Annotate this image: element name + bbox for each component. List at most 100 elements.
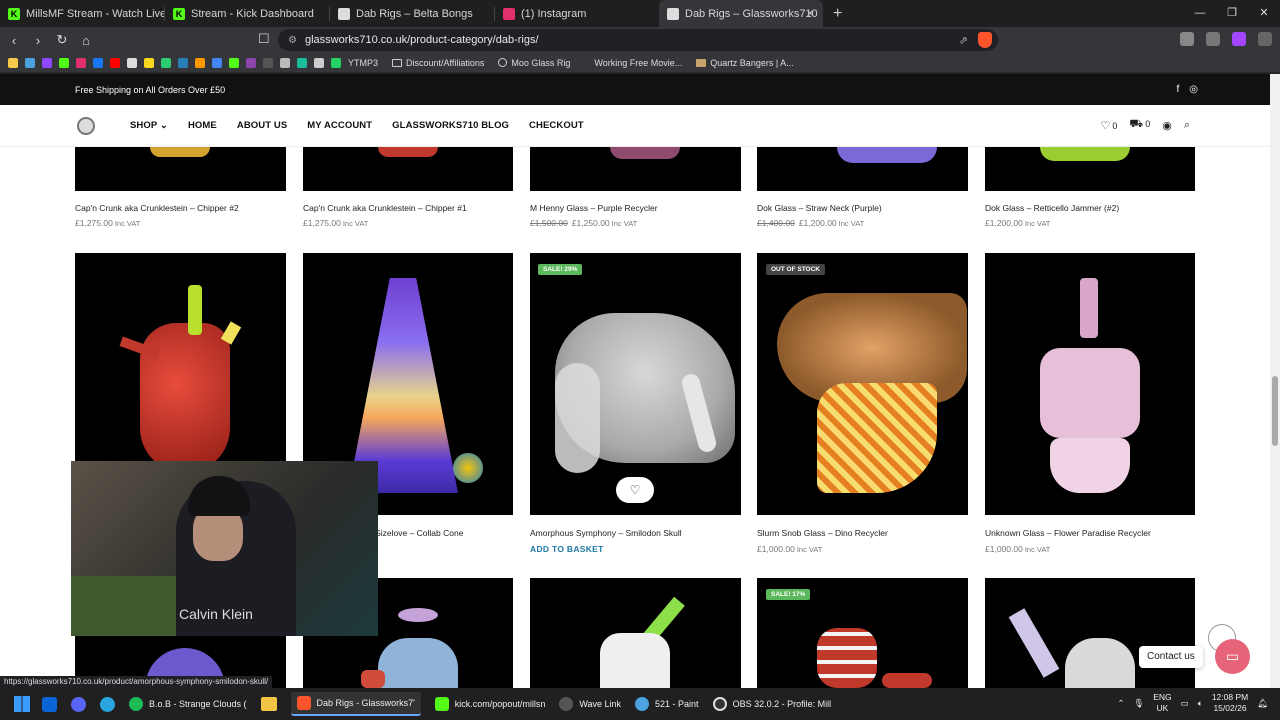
menu-item-checkout[interactable]: CHECKOUT xyxy=(529,120,584,131)
product-title[interactable]: Dok Glass – Straw Neck (Purple) xyxy=(757,203,882,213)
sidebar-icon[interactable] xyxy=(1206,32,1220,46)
home-icon[interactable]: ⌂ xyxy=(76,33,96,48)
bookmark-favicon[interactable] xyxy=(59,57,69,68)
bookmark-favicon[interactable] xyxy=(161,57,171,68)
product-title[interactable]: Dok Glass – Retticello Jammer (#2) xyxy=(985,203,1119,213)
product-title[interactable]: Amorphous Symphony – Smilodon Skull xyxy=(530,528,682,538)
restore-icon[interactable]: ❐ xyxy=(1216,0,1248,27)
menu-icon[interactable] xyxy=(1258,32,1272,46)
volume-icon[interactable]: 🔈︎ xyxy=(1198,698,1203,709)
site-info-icon[interactable]: ⚙ xyxy=(288,35,297,46)
bookmark-free-movie[interactable]: Working Free Movie... xyxy=(584,58,682,68)
back-icon[interactable]: ‹ xyxy=(4,33,24,48)
microphone-icon[interactable]: 🎙︎ xyxy=(1133,698,1144,709)
notifications-icon[interactable]: 🔔︎ xyxy=(1257,698,1268,709)
product-title[interactable]: Cap'n Crunk aka Crunklestein – Chipper #… xyxy=(75,203,239,213)
bookmark-favicon[interactable] xyxy=(8,57,18,68)
chat-button[interactable]: ▭ xyxy=(1215,639,1250,674)
bookmark-favicon[interactable] xyxy=(127,57,137,68)
taskbar-obs[interactable]: OBS 32.0.2 - Profile: Mill xyxy=(712,697,831,711)
add-to-wishlist-button[interactable]: ♡ xyxy=(616,477,654,503)
taskbar-brave[interactable]: Dab Rigs - Glassworks7' xyxy=(290,692,421,716)
menu-item-my-account[interactable]: MY ACCOUNT xyxy=(307,120,372,131)
bookmark-favicon[interactable] xyxy=(195,57,205,68)
product-image[interactable] xyxy=(757,253,968,515)
bookmark-favicon[interactable] xyxy=(331,57,341,68)
product-title[interactable]: Cap'n Crunk aka Crunklestein – Chipper #… xyxy=(303,203,467,213)
clock[interactable]: 12:08 PM 15/02/26 xyxy=(1212,692,1248,714)
bookmark-favicon[interactable] xyxy=(25,57,35,68)
bookmark-favicon[interactable] xyxy=(297,57,307,68)
page-scrollbar[interactable] xyxy=(1270,74,1280,688)
product-title[interactable]: Slurm Snob Glass – Dino Recycler xyxy=(757,528,888,538)
product-image[interactable] xyxy=(75,147,286,191)
file-explorer-icon[interactable] xyxy=(260,697,277,711)
scrollbar-thumb[interactable] xyxy=(1272,376,1278,446)
new-tab-icon[interactable]: + xyxy=(833,5,842,23)
product-title[interactable]: Unknown Glass – Flower Paradise Recycler xyxy=(985,528,1151,538)
bookmark-favicon[interactable] xyxy=(93,57,103,68)
account-icon[interactable]: ◉ xyxy=(1162,119,1172,132)
taskbar-spotify[interactable]: B.o.B - Strange Clouds ( xyxy=(129,697,247,711)
product-image[interactable] xyxy=(530,578,741,688)
bookmark-favicon[interactable] xyxy=(246,57,256,68)
chevron-up-icon[interactable]: ⌃ xyxy=(1117,698,1124,709)
outlook-icon[interactable] xyxy=(42,696,57,712)
product-image[interactable] xyxy=(985,578,1195,688)
search-icon[interactable]: ⌕ xyxy=(1184,119,1190,132)
bookmark-icon[interactable]: ☐ xyxy=(258,31,270,47)
telegram-icon[interactable] xyxy=(100,696,115,712)
wishlist-button[interactable]: ♡ 0 xyxy=(1100,119,1117,132)
forward-icon[interactable]: › xyxy=(28,33,48,48)
bookmark-quartz-bangers[interactable]: Quartz Bangers | A... xyxy=(696,58,794,68)
product-image[interactable] xyxy=(530,253,741,515)
taskbar-paint[interactable]: 521 - Paint xyxy=(635,697,699,711)
bookmark-favicon[interactable] xyxy=(42,57,52,68)
product-image[interactable] xyxy=(530,147,741,191)
close-icon[interactable]: ✕ xyxy=(806,7,815,20)
product-image[interactable] xyxy=(303,147,513,191)
network-icon[interactable]: ▭ xyxy=(1181,698,1189,709)
language-indicator[interactable]: ENG UK xyxy=(1153,692,1171,714)
product-title[interactable]: M Henny Glass – Purple Recycler xyxy=(530,203,658,213)
close-window-icon[interactable]: ✕ xyxy=(1248,0,1280,27)
brave-shield-icon[interactable] xyxy=(978,32,992,48)
add-to-basket-button[interactable]: ADD TO BASKET xyxy=(530,544,604,554)
vpn-icon[interactable] xyxy=(1232,32,1246,46)
facebook-icon[interactable]: f xyxy=(1176,84,1179,95)
discord-icon[interactable] xyxy=(71,696,86,712)
bookmark-folder-discount[interactable]: Discount/Affiliations xyxy=(392,58,484,68)
contact-us-label[interactable]: Contact us xyxy=(1139,646,1203,668)
url-input[interactable]: ⚙ glassworks710.co.uk/product-category/d… xyxy=(278,29,998,51)
tab-kick-dashboard[interactable]: K Stream - Kick Dashboard xyxy=(165,0,329,27)
product-image[interactable] xyxy=(985,147,1195,191)
bookmark-favicon[interactable] xyxy=(263,57,273,68)
bookmark-favicon[interactable] xyxy=(76,57,86,68)
tab-kick-stream[interactable]: K MillsMF Stream - Watch Live on Kick xyxy=(0,0,164,27)
windows-start-icon[interactable] xyxy=(14,696,30,712)
bookmark-favicon[interactable] xyxy=(212,57,222,68)
taskbar-kick-popout[interactable]: kick.com/popout/millsn xyxy=(434,697,545,711)
bookmark-favicon[interactable] xyxy=(314,57,324,68)
product-title[interactable]: e Sizelove – Collab Cone xyxy=(368,528,463,538)
taskbar-wave-link[interactable]: Wave Link xyxy=(559,697,621,711)
extensions-icon[interactable] xyxy=(1180,32,1194,46)
minimize-icon[interactable]: — xyxy=(1184,0,1216,27)
bookmark-favicon[interactable] xyxy=(178,57,188,68)
reload-icon[interactable]: ↻ xyxy=(52,32,72,48)
bookmark-moo-glass[interactable]: Moo Glass Rig xyxy=(498,58,570,68)
site-logo[interactable] xyxy=(77,117,95,135)
instagram-icon[interactable]: ◎ xyxy=(1189,84,1198,95)
bookmark-favicon[interactable] xyxy=(110,57,120,68)
tab-belta-bongs[interactable]: Dab Rigs – Belta Bongs xyxy=(330,0,494,27)
menu-item-shop[interactable]: SHOP ⌄ xyxy=(130,120,168,131)
tab-glassworks710[interactable]: Dab Rigs – Glassworks710 ✕ xyxy=(659,0,823,27)
product-image[interactable] xyxy=(985,253,1195,515)
product-image[interactable] xyxy=(757,147,968,191)
cart-button[interactable]: ⛟ 0 xyxy=(1129,118,1150,132)
share-icon[interactable]: ⇗ xyxy=(959,34,968,47)
bookmark-ytmp3[interactable]: YTMP3 xyxy=(348,58,378,68)
bookmark-favicon[interactable] xyxy=(280,57,290,68)
menu-item-about-us[interactable]: ABOUT US xyxy=(237,120,287,131)
tab-instagram[interactable]: (1) Instagram xyxy=(495,0,659,27)
